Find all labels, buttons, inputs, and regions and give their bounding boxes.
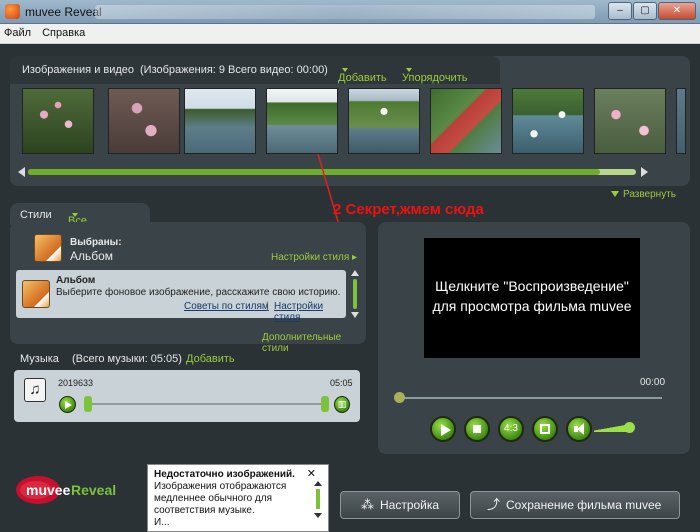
music-add-button[interactable]: Добавить [186,353,235,365]
music-panel: ♫ 2019633 05:05 ▥ [14,370,360,422]
notice-scrollbar-thumb[interactable] [316,489,320,509]
preview-screen[interactable]: Щелкните "Воспроизведение" для просмотра… [424,238,640,358]
styles-scrollbar-thumb[interactable] [353,279,357,309]
aspect-ratio-button[interactable]: 4:3 [498,416,524,442]
aspect-ratio-label: 4:3 [504,423,518,434]
style-item-description: Выберите фоновое изображение, расскажите… [56,287,341,298]
trim-start-handle[interactable] [84,396,92,412]
trim-end-handle[interactable] [321,396,329,412]
timeline-handle[interactable] [394,392,405,403]
music-tab[interactable]: Музыка [20,353,59,365]
trash-icon[interactable]: ▥ [334,396,350,413]
scroll-down-icon[interactable] [314,513,322,518]
music-total: (Всего музыки: 05:05) [72,353,182,365]
scroll-up-icon[interactable] [314,481,322,486]
share-icon: ⤴ [487,497,501,512]
volume-handle[interactable] [624,422,635,433]
notice-title: Недостаточно изображений. [154,469,295,480]
annotation-text: 2 Секрет,жмем сюда [333,201,484,218]
track-duration: 05:05 [330,378,353,388]
stop-icon [473,425,481,433]
styles-scrollbar[interactable] [349,270,361,320]
settings-button[interactable]: ⁂ Настройка [340,491,460,519]
styles-tab[interactable]: Стили [20,209,52,221]
style-settings-link[interactable]: Настройки стиля [274,301,346,323]
fullscreen-button[interactable] [532,416,558,442]
music-header: Музыка (Всего музыки: 05:05) Добавить [10,349,235,369]
play-button[interactable] [430,416,456,442]
album-style-icon [34,234,62,262]
scroll-up-icon[interactable] [351,270,359,276]
style-settings-button[interactable]: Настройки стиля ▸ [271,252,357,263]
selected-label: Выбраны: [70,237,122,248]
notice-box: Недостаточно изображений. Изображения от… [147,464,329,532]
notice-line: Изображения отображаются [154,481,287,492]
save-movie-button[interactable]: ⤴ Сохранение фильма muvee [470,491,680,519]
style-list-item[interactable]: Альбом Выберите фоновое изображение, рас… [16,270,346,323]
preview-panel: Щелкните "Воспроизведение" для просмотра… [378,222,690,454]
style-tips-link[interactable]: Советы по стилям [184,301,269,312]
music-play-button[interactable] [59,396,76,413]
all-styles-button[interactable]: Все стили [68,209,97,239]
settings-grid-icon: ⁂ [361,497,374,512]
fullscreen-icon [540,424,550,434]
notice-line: соответствия музыке. [154,505,255,516]
volume-button[interactable] [566,416,592,442]
muvee-reveal-logo: muvee Reveal [16,474,116,509]
preview-time: 00:00 [640,377,666,388]
music-trim-track[interactable] [88,403,326,405]
selected-style-name: Альбом [70,249,114,263]
track-name: 2019633 [58,378,94,388]
preview-timeline[interactable] [398,397,662,399]
music-note-icon: ♫ [24,378,46,402]
styles-panel: Выбраны: Альбом Настройки стиля ▸ Альбом… [10,222,366,354]
notice-line: медленнее обычного для [154,493,273,504]
play-icon [441,424,451,436]
notice-line: И... [154,517,170,528]
album-style-icon [22,280,50,308]
extra-styles-button[interactable]: Дополнительные стили [262,332,366,354]
selected-style: Выбраны: Альбом Настройки стиля ▸ [18,228,358,268]
scroll-down-icon[interactable] [351,312,359,318]
preview-hint-line1: Щелкните "Воспроизведение" [435,278,629,294]
preview-hint-line2: для просмотра фильма muvee [432,298,632,314]
play-icon [65,401,72,409]
close-icon[interactable]: ✕ [307,468,316,480]
style-item-title: Альбом [56,275,96,286]
stop-button[interactable] [464,416,490,442]
